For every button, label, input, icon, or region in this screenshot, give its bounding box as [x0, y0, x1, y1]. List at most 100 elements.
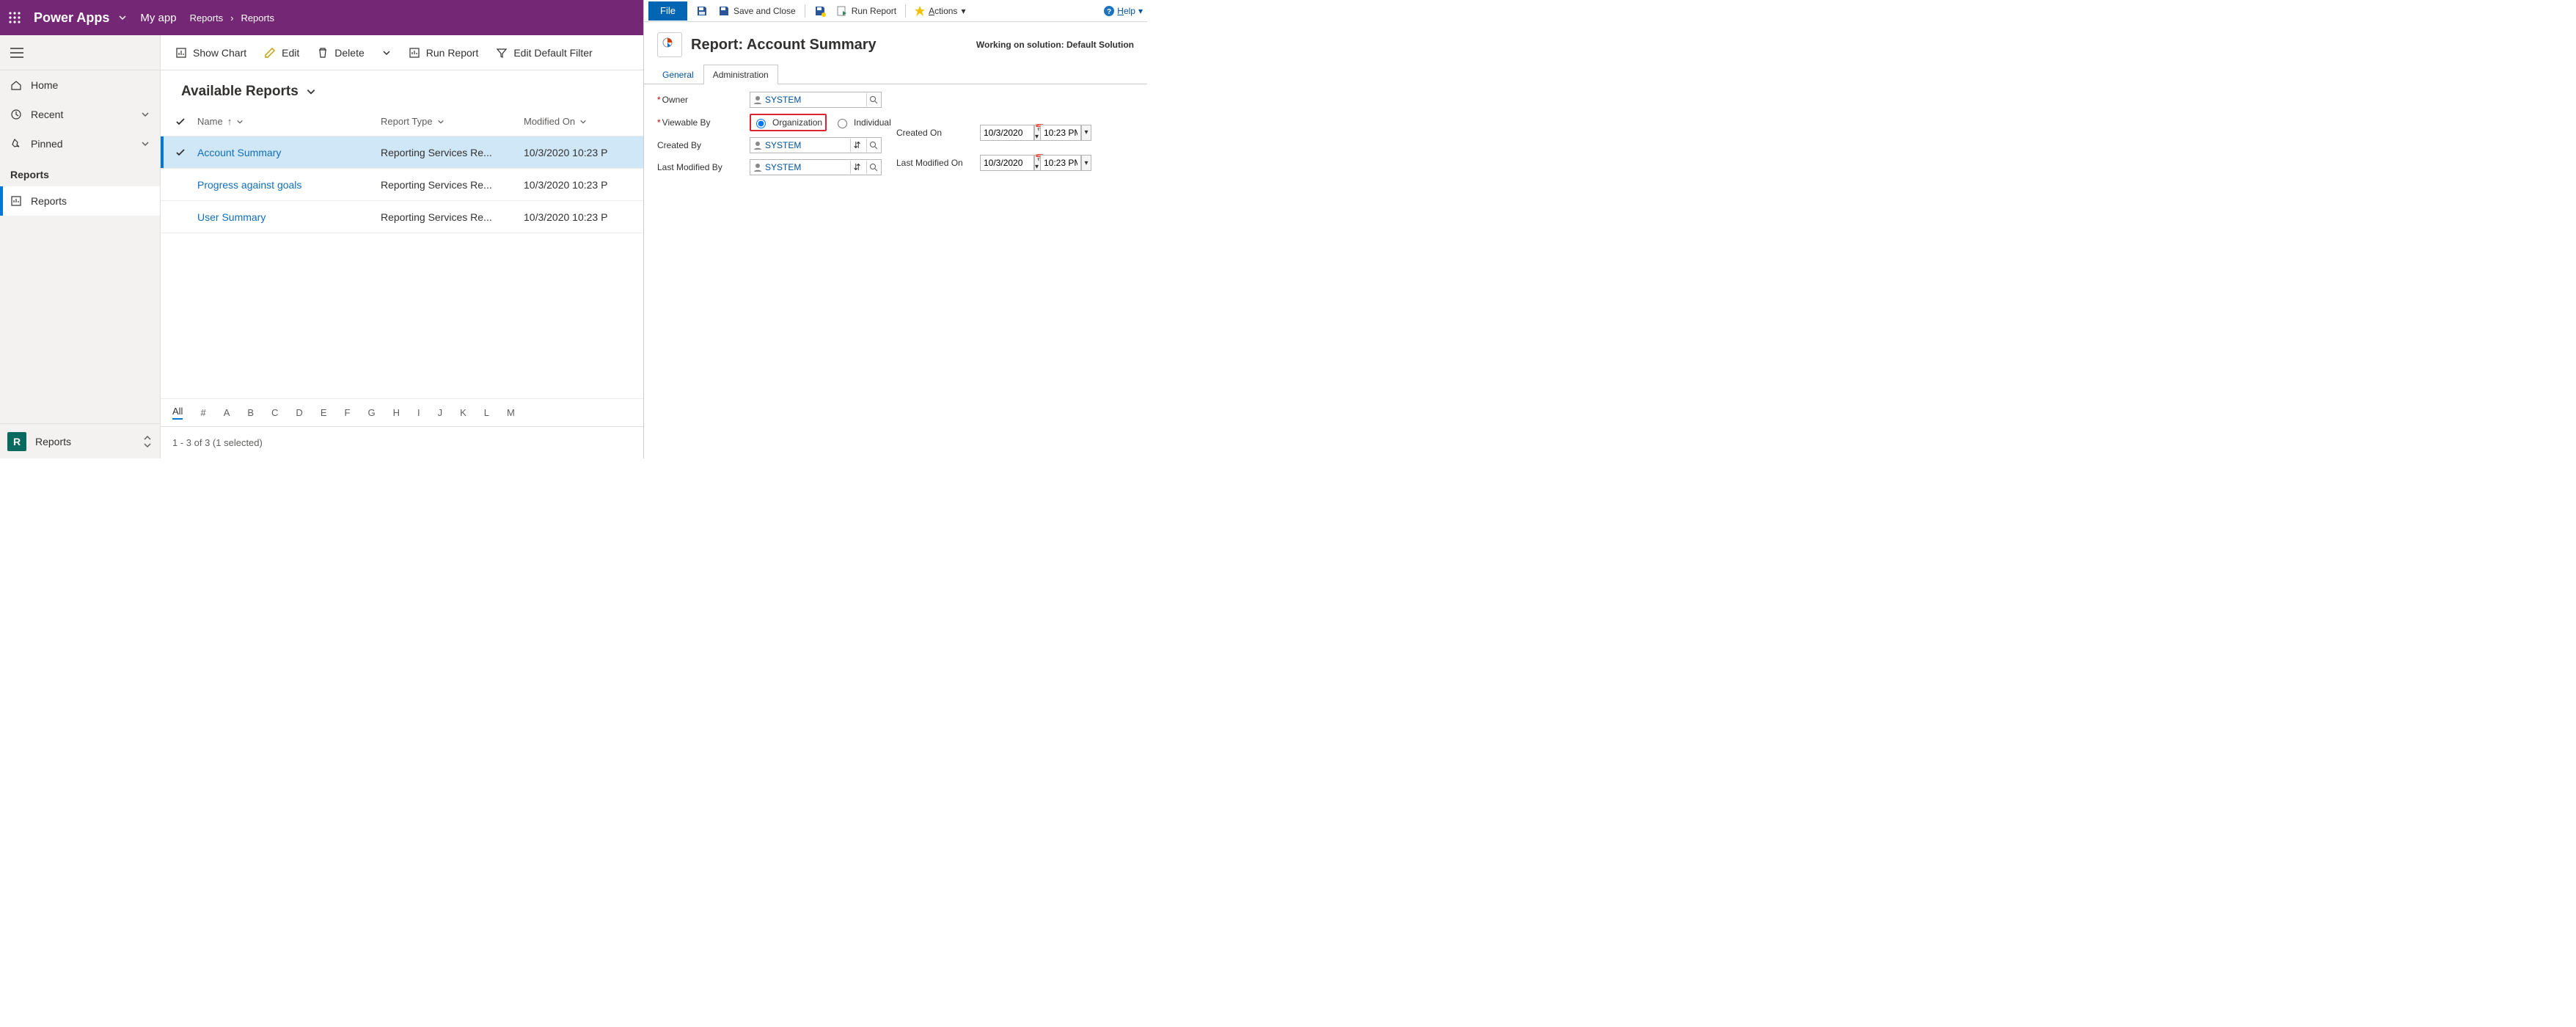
alpha-#[interactable]: # — [200, 407, 205, 418]
created-by-label: Created By — [657, 140, 745, 150]
table-row[interactable]: User SummaryReporting Services Re...10/3… — [161, 201, 643, 233]
pin-icon — [10, 138, 22, 150]
row-name[interactable]: User Summary — [197, 211, 381, 223]
radio-label: Individual — [854, 117, 891, 128]
alpha-F[interactable]: F — [344, 407, 350, 418]
file-tab[interactable]: File — [648, 1, 687, 21]
alpha-A[interactable]: A — [224, 407, 230, 418]
updown-icon[interactable]: ⇵ — [850, 139, 863, 152]
cmd-label: Edit Default Filter — [513, 47, 592, 59]
chevron-down-icon: ▾ — [961, 6, 965, 16]
actions-menu[interactable]: AActionsctions ▾ — [913, 4, 967, 18]
crumb-2[interactable]: Reports — [241, 12, 274, 23]
sidebar-item-recent[interactable]: Recent — [0, 100, 160, 129]
owner-label: Owner — [657, 95, 745, 105]
column-type[interactable]: Report Type — [381, 116, 524, 127]
alpha-I[interactable]: I — [417, 407, 420, 418]
chart-icon — [175, 47, 187, 59]
alpha-All[interactable]: All — [172, 406, 183, 420]
show-chart-button[interactable]: Show Chart — [168, 43, 254, 63]
alpha-M[interactable]: M — [507, 407, 515, 418]
table-row[interactable]: Account SummaryReporting Services Re...1… — [161, 136, 643, 169]
table-row[interactable]: Progress against goalsReporting Services… — [161, 169, 643, 201]
help-link[interactable]: ?Help ▾ — [1104, 6, 1143, 16]
time-dropdown-icon[interactable]: ▾ — [1081, 155, 1091, 171]
chevron-down-icon[interactable] — [236, 118, 244, 125]
pencil-icon — [264, 47, 276, 59]
app-name[interactable]: My app — [140, 12, 176, 24]
sidebar-item-reports[interactable]: Reports — [0, 186, 160, 216]
alpha-L[interactable]: L — [484, 407, 489, 418]
sidebar-item-home[interactable]: Home — [0, 70, 160, 100]
separator — [905, 4, 906, 18]
time-dropdown-icon[interactable]: ▾ — [1081, 125, 1091, 141]
row-name[interactable]: Account Summary — [197, 147, 381, 158]
column-name[interactable]: Name↑ — [197, 116, 381, 127]
row-type: Reporting Services Re... — [381, 147, 524, 158]
select-all-checkbox[interactable] — [175, 117, 197, 127]
grid-rows: Account SummaryReporting Services Re...1… — [161, 136, 643, 233]
edit-button[interactable]: Edit — [257, 43, 307, 63]
view-title[interactable]: Available Reports — [161, 70, 643, 107]
overflow-button[interactable] — [375, 44, 398, 62]
alpha-J[interactable]: J — [438, 407, 443, 418]
modified-on-time[interactable] — [1040, 155, 1081, 171]
run-report-toolbar-button[interactable]: Run Report — [835, 4, 898, 18]
modified-by-value: SYSTEM — [765, 162, 847, 172]
run-report-button[interactable]: Run Report — [401, 43, 486, 63]
status-text: 1 - 3 of 3 (1 selected) — [172, 437, 263, 448]
viewable-individual-radio[interactable]: Individual — [834, 117, 891, 128]
sidebar-footer[interactable]: R Reports — [0, 423, 160, 458]
filter-icon — [496, 47, 508, 59]
save-button[interactable] — [695, 4, 709, 18]
delete-button[interactable]: Delete — [310, 43, 371, 63]
star-icon — [915, 6, 925, 16]
created-by-lookup[interactable]: SYSTEM ⇵ — [750, 137, 882, 153]
row-name[interactable]: Progress against goals — [197, 179, 381, 191]
alpha-filter-bar: All # A B C D E F G H I J K L M — [161, 398, 643, 426]
disk-new-icon — [814, 5, 826, 17]
owner-lookup[interactable]: SYSTEM — [750, 92, 882, 108]
save-and-new-button[interactable] — [813, 4, 827, 18]
cmd-label: Run Report — [426, 47, 479, 59]
sidebar-item-label: Recent — [31, 109, 63, 120]
alpha-G[interactable]: G — [367, 407, 375, 418]
row-type: Reporting Services Re... — [381, 179, 524, 191]
clock-icon — [10, 109, 22, 120]
report-entity-icon — [657, 32, 682, 57]
modified-on-date[interactable] — [980, 155, 1034, 171]
viewable-organization-radio[interactable]: Organization — [753, 117, 822, 128]
chevron-down-icon[interactable] — [118, 13, 127, 22]
hamburger-button[interactable] — [0, 35, 160, 70]
updown-icon[interactable] — [142, 435, 153, 448]
column-modified[interactable]: Modified On — [524, 116, 636, 127]
save-and-close-button[interactable]: Save and Close — [717, 4, 797, 18]
lookup-icon[interactable] — [866, 93, 879, 106]
alpha-C[interactable]: C — [271, 407, 278, 418]
alpha-E[interactable]: E — [321, 407, 327, 418]
run-icon — [836, 5, 848, 17]
sidebar-item-pinned[interactable]: Pinned — [0, 129, 160, 158]
chevron-down-icon[interactable] — [437, 118, 444, 125]
waffle-icon[interactable] — [9, 12, 21, 23]
chevron-down-icon[interactable] — [579, 118, 587, 125]
radio-label: Organization — [772, 117, 822, 128]
row-modified: 10/3/2020 10:23 P — [524, 147, 636, 158]
highlight-organization: Organization — [750, 114, 827, 131]
crumb-1[interactable]: Reports — [190, 12, 224, 23]
edit-default-filter-button[interactable]: Edit Default Filter — [489, 43, 599, 63]
updown-icon[interactable]: ⇵ — [850, 161, 863, 174]
modified-by-lookup[interactable]: SYSTEM ⇵ — [750, 159, 882, 175]
chevron-down-icon — [306, 87, 316, 97]
lookup-icon[interactable] — [866, 161, 879, 174]
lookup-icon[interactable] — [866, 139, 879, 152]
tab-general[interactable]: General — [653, 65, 703, 84]
tab-administration[interactable]: Administration — [703, 65, 778, 84]
alpha-K[interactable]: K — [460, 407, 466, 418]
created-on-time[interactable] — [1040, 125, 1081, 141]
alpha-H[interactable]: H — [393, 407, 400, 418]
alpha-D[interactable]: D — [296, 407, 302, 418]
chevron-right-icon: › — [230, 12, 233, 23]
created-on-date[interactable] — [980, 125, 1034, 141]
alpha-B[interactable]: B — [247, 407, 254, 418]
